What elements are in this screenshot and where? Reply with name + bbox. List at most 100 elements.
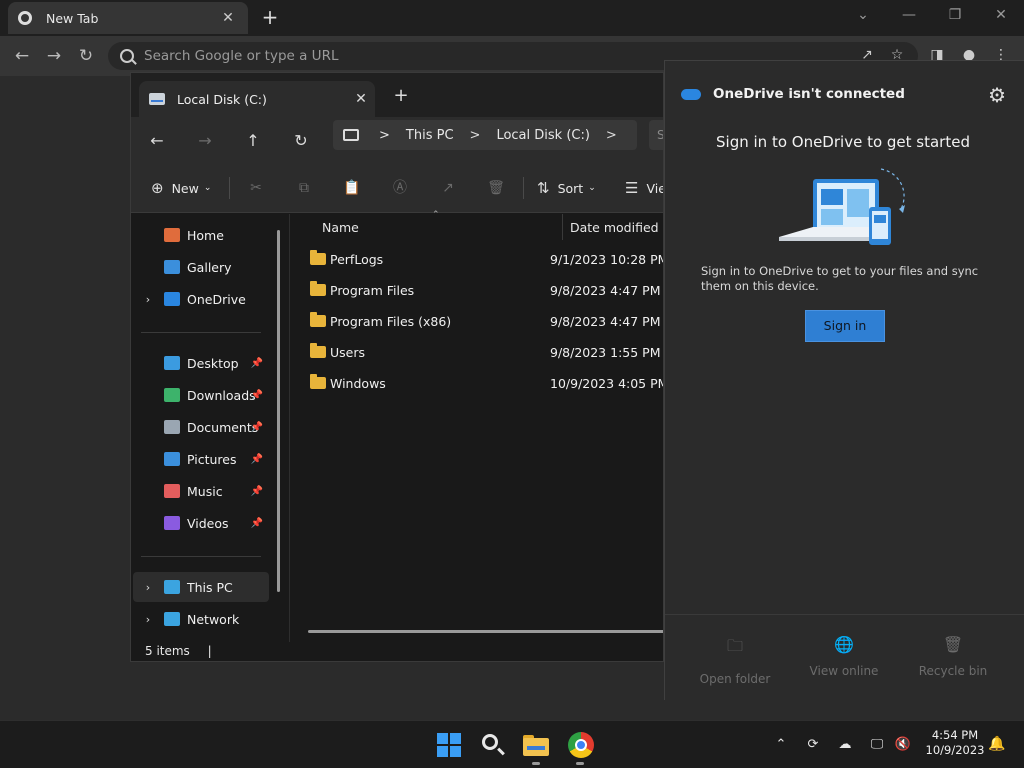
sidebar-item-videos[interactable]: ›Videos📌 bbox=[133, 508, 269, 538]
chevron-right-icon[interactable]: › bbox=[139, 613, 157, 626]
gallery-icon bbox=[164, 260, 180, 274]
close-window-button[interactable]: ✕ bbox=[986, 4, 1016, 26]
running-indicator bbox=[532, 762, 540, 765]
file-explorer-window: Local Disk (C:) ✕ + ← → ↑ ↻ > This PC > … bbox=[130, 72, 664, 662]
sidebar-item-home[interactable]: ›Home bbox=[133, 220, 269, 250]
sidebar-item-this-pc[interactable]: › This PC bbox=[133, 572, 269, 602]
pictures-icon bbox=[164, 452, 180, 466]
sign-in-button[interactable]: Sign in bbox=[805, 310, 885, 342]
sidebar-item-label: Gallery bbox=[187, 259, 232, 275]
pin-icon: 📌 bbox=[250, 517, 263, 529]
share-icon[interactable]: ↗ bbox=[437, 177, 459, 199]
sidebar-item-onedrive[interactable]: › OneDrive bbox=[133, 284, 269, 314]
cmd-divider bbox=[229, 177, 230, 199]
onedrive-heading: Sign in to OneDrive to get started bbox=[716, 133, 970, 151]
chrome-icon[interactable] bbox=[566, 730, 596, 760]
tray-overflow-chevron-icon[interactable]: ⌃ bbox=[771, 735, 791, 755]
sort-button[interactable]: ⇅ Sort ⌄ bbox=[537, 175, 596, 201]
explorer-tab-strip: Local Disk (C:) ✕ + bbox=[131, 73, 663, 117]
view-button[interactable]: ☰ Vie bbox=[625, 175, 664, 201]
refresh-icon[interactable]: ↻ bbox=[289, 130, 313, 152]
close-tab-icon[interactable]: ✕ bbox=[218, 10, 238, 26]
status-cursor: | bbox=[207, 644, 212, 658]
breadcrumb[interactable]: > This PC > Local Disk (C:) > bbox=[333, 120, 637, 150]
recycle-bin-button[interactable]: 🗑 Recycle bin bbox=[903, 635, 1003, 678]
reload-icon[interactable]: ↻ bbox=[74, 44, 98, 68]
pin-icon: 📌 bbox=[250, 485, 263, 497]
breadcrumb-local-disk[interactable]: Local Disk (C:) bbox=[496, 128, 589, 143]
sidebar-item-label: Downloads bbox=[187, 387, 256, 403]
breadcrumb-sep: > bbox=[469, 127, 481, 143]
forward-icon[interactable]: → bbox=[42, 44, 66, 68]
downloads-icon bbox=[164, 388, 180, 402]
column-divider[interactable] bbox=[562, 214, 563, 240]
volume-muted-icon[interactable]: 🔇 bbox=[893, 735, 913, 755]
breadcrumb-sep: > bbox=[605, 127, 617, 143]
sidebar-item-pictures[interactable]: ›Pictures📌 bbox=[133, 444, 269, 474]
file-row[interactable]: Program Files 9/8/2023 4:47 PM bbox=[298, 275, 663, 305]
view-label: Vie bbox=[646, 180, 664, 196]
paste-icon[interactable]: 📋 bbox=[341, 177, 363, 199]
recycle-bin-label: Recycle bin bbox=[918, 664, 988, 678]
explorer-new-tab-button[interactable]: + bbox=[391, 85, 411, 106]
taskbar-search-icon[interactable] bbox=[478, 730, 508, 760]
delete-icon[interactable]: 🗑 bbox=[485, 177, 507, 199]
sidebar-item-music[interactable]: ›Music📌 bbox=[133, 476, 269, 506]
pin-icon: 📌 bbox=[250, 453, 263, 465]
navigation-pane: ›Home›Gallery›OneDrive ›Desktop📌›Downloa… bbox=[131, 214, 289, 642]
tab-search-chevron-icon[interactable]: ⌄ bbox=[848, 4, 878, 26]
sidebar-item-desktop[interactable]: ›Desktop📌 bbox=[133, 348, 269, 378]
breadcrumb-this-pc[interactable]: This PC bbox=[406, 128, 454, 143]
chevron-right-icon[interactable]: › bbox=[139, 581, 157, 594]
sidebar-item-label: Documents bbox=[187, 419, 259, 435]
onedrive-tray-icon[interactable]: ☁ bbox=[835, 735, 855, 755]
sort-label: Sort bbox=[557, 180, 584, 196]
sort-icon: ⇅ bbox=[537, 179, 550, 197]
open-folder-label: Open folder bbox=[699, 672, 771, 686]
explorer-search-input[interactable]: S bbox=[649, 120, 663, 150]
forward-icon[interactable]: → bbox=[193, 130, 217, 152]
start-windows-icon[interactable] bbox=[434, 730, 464, 760]
pin-icon: 📌 bbox=[250, 389, 263, 401]
back-icon[interactable]: ← bbox=[10, 44, 34, 68]
clock[interactable]: 4:54 PM 10/9/2023 bbox=[920, 728, 990, 758]
clock-time: 4:54 PM bbox=[931, 728, 979, 742]
back-icon[interactable]: ← bbox=[145, 130, 169, 152]
sidebar-item-label: Desktop bbox=[187, 355, 239, 371]
close-tab-icon[interactable]: ✕ bbox=[347, 91, 375, 107]
restore-button[interactable]: ❐ bbox=[940, 4, 970, 26]
documents-icon bbox=[164, 420, 180, 434]
explorer-tab-local-disk[interactable]: Local Disk (C:) ✕ bbox=[139, 81, 375, 117]
up-icon[interactable]: ↑ bbox=[241, 130, 265, 152]
folder-icon bbox=[310, 312, 326, 327]
sidebar-item-documents[interactable]: ›Documents📌 bbox=[133, 412, 269, 442]
chrome-tab-new-tab[interactable]: New Tab ✕ bbox=[8, 2, 248, 34]
copy-icon[interactable]: ⧉ bbox=[293, 177, 315, 199]
nav-scrollbar[interactable] bbox=[277, 230, 280, 592]
sidebar-item-downloads[interactable]: ›Downloads📌 bbox=[133, 380, 269, 410]
chevron-right-icon[interactable]: › bbox=[139, 293, 157, 306]
sidebar-item-network[interactable]: › Network bbox=[133, 604, 269, 634]
notification-bell-icon[interactable]: 🔔 bbox=[988, 735, 1006, 753]
file-row[interactable]: Windows 10/9/2023 4:05 PM bbox=[298, 368, 663, 398]
sync-icon[interactable]: ⟳ bbox=[803, 735, 823, 755]
omnibox-placeholder: Search Google or type a URL bbox=[144, 48, 339, 64]
view-online-button[interactable]: 🌐 View online bbox=[794, 635, 894, 678]
file-row[interactable]: Program Files (x86) 9/8/2023 4:47 PM bbox=[298, 306, 663, 336]
gear-icon[interactable]: ⚙ bbox=[988, 83, 1006, 107]
new-button[interactable]: ⊕ New ⌄ bbox=[151, 175, 211, 201]
horizontal-scrollbar[interactable] bbox=[308, 630, 663, 633]
sidebar-item-gallery[interactable]: ›Gallery bbox=[133, 252, 269, 282]
file-row[interactable]: PerfLogs 9/1/2023 10:28 PM bbox=[298, 244, 663, 274]
file-explorer-icon[interactable] bbox=[522, 730, 552, 760]
network-icon[interactable]: 🖵 bbox=[867, 735, 887, 755]
column-header-date[interactable]: Date modified bbox=[570, 220, 659, 235]
minimize-button[interactable]: — bbox=[894, 4, 924, 26]
file-row[interactable]: Users 9/8/2023 1:55 PM bbox=[298, 337, 663, 367]
folder-icon bbox=[310, 281, 326, 296]
cut-icon[interactable]: ✂ bbox=[245, 177, 267, 199]
new-tab-button[interactable]: + bbox=[258, 4, 282, 30]
open-folder-button[interactable]: 🗀 Open folder bbox=[685, 635, 785, 686]
column-header-name[interactable]: Name bbox=[322, 220, 359, 235]
rename-icon[interactable]: Ⓐ bbox=[389, 177, 411, 199]
